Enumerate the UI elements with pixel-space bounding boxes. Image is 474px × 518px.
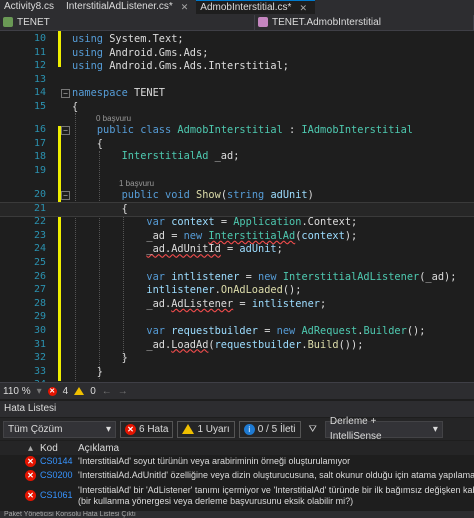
error-row[interactable]: ✕ CS0200 'InterstitialAd.AdUnitId' özell… <box>0 470 474 483</box>
code-line: 12 using Android.Gms.Ads.Interstitial; <box>33 60 289 73</box>
error-code[interactable]: CS1061 <box>40 490 73 500</box>
code-line: 25 <box>33 257 46 268</box>
codelens-references[interactable]: 1 başvuru <box>119 179 154 189</box>
codelens-references[interactable]: 0 başvuru <box>96 114 131 124</box>
error-count[interactable]: 4 <box>63 386 69 397</box>
type-name: TENET.AdmobInterstitial <box>272 16 381 28</box>
error-description: 'InterstitialAd.AdUnitId' özelliğine vey… <box>78 470 474 480</box>
error-list-header: ▴ Kod Açıklama <box>0 441 474 455</box>
nav-forward-icon[interactable]: → <box>118 386 128 397</box>
code-line: 28 _ad.AdListener = intlistener; <box>33 297 327 310</box>
warning-icon <box>182 424 195 434</box>
code-line: 26 var intlistener = new InterstitialAdL… <box>33 270 457 283</box>
type-dropdown[interactable]: TENET.AdmobInterstitial <box>255 14 474 30</box>
code-line: 10 using System.Text; <box>33 33 184 45</box>
code-line: 14− namespace TENET <box>33 87 165 100</box>
info-icon: i <box>243 423 255 435</box>
build-filter-value: Derleme + IntelliSense <box>329 416 382 442</box>
chevron-down-icon: ▾ <box>432 423 438 435</box>
error-icon: ✕ <box>25 490 36 501</box>
code-line: 15{ <box>33 101 79 113</box>
warning-icon <box>74 387 85 395</box>
error-code[interactable]: CS0200 <box>40 470 73 480</box>
tab-label: InterstitialAdListener.cs* <box>66 1 173 12</box>
error-row[interactable]: ✕ CS1061 'InterstitialAd' bir 'AdListene… <box>0 485 474 509</box>
tab-interstitial-ad-listener[interactable]: InterstitialAdListener.cs* ✕ <box>62 0 196 14</box>
code-line: 11 using Android.Gms.Ads; <box>33 46 209 59</box>
zoom-level[interactable]: 110 % <box>3 386 31 397</box>
bottom-panel-tabs[interactable]: Paket Yöneticisi Konsolu Hata Listesi Çı… <box>0 511 474 518</box>
nav-back-icon[interactable]: ← <box>102 386 112 397</box>
errors-filter-button[interactable]: ✕ 6 Hata <box>120 420 174 438</box>
code-line: 22 var context = Application.Context; <box>33 216 358 229</box>
navigation-bar: TENET TENET.AdmobInterstitial <box>0 14 474 31</box>
code-line: 30 var requestbuilder = new AdRequest.Bu… <box>33 325 426 337</box>
code-line: 27 intlistener.OnAdLoaded(); <box>33 284 302 297</box>
code-line: InterstitialAd _ad; <box>121 150 240 162</box>
messages-filter-button[interactable]: i0 / 5 İleti <box>238 420 301 438</box>
code-line: 19 <box>33 164 46 176</box>
error-list-toolbar: Tüm Çözüm ▾ ✕ 6 Hata 1 Uyarı i0 / 5 İleti … <box>0 416 474 442</box>
code-line: 33 } <box>33 365 103 378</box>
code-line: 29 <box>33 311 46 323</box>
collapse-icon[interactable]: − <box>61 89 70 99</box>
sort-indicator-icon[interactable]: ▴ <box>28 443 33 454</box>
collapse-icon[interactable]: − <box>61 126 70 135</box>
code-line: 16− public class AdmobInterstitial : IAd… <box>33 124 414 136</box>
csharp-project-icon <box>3 17 13 27</box>
build-filter-dropdown[interactable]: Derleme + IntelliSense ▾ <box>324 416 443 442</box>
error-icon: ✕ <box>25 456 36 467</box>
column-header-description[interactable]: Açıklama <box>78 443 119 454</box>
class-icon <box>258 17 268 27</box>
tab-label: Activity8.cs <box>4 1 55 12</box>
code-line-current: 21 { <box>0 201 474 218</box>
code-editor[interactable]: 10 using System.Text; 11 using Android.Gms… <box>0 31 474 382</box>
errors-filter-label: 6 Hata <box>139 423 169 435</box>
scope-dropdown[interactable]: Tüm Çözüm ▾ <box>3 420 116 438</box>
error-description: 'InterstitialAd' soyut türünün veya arab… <box>78 456 351 466</box>
editor-status-bar: 110 % ▾ ✕ 4 0 ← → <box>0 382 474 399</box>
error-row[interactable]: ✕ CS0144 'InterstitialAd' soyut türünün … <box>0 456 474 469</box>
scope-value: Tüm Çözüm <box>8 423 63 435</box>
messages-filter-label: 0 / 5 İleti <box>257 423 296 435</box>
close-icon[interactable]: ✕ <box>299 1 307 15</box>
code-line: 32 } <box>33 352 128 365</box>
warning-count[interactable]: 0 <box>90 386 96 397</box>
project-name: TENET <box>17 16 50 28</box>
chevron-down-icon: ▾ <box>105 423 111 435</box>
warnings-filter-label: 1 Uyarı <box>197 423 230 435</box>
filter-clear-icon: ⛛ <box>308 423 317 435</box>
tab-activity8[interactable]: Activity8.cs <box>0 0 62 14</box>
error-description: 'InterstitialAd' bir 'AdListener' tanımı… <box>78 485 474 506</box>
close-icon[interactable]: ✕ <box>181 0 189 14</box>
error-icon: ✕ <box>25 470 36 481</box>
collapse-icon[interactable]: − <box>61 191 70 200</box>
warnings-filter-button[interactable]: 1 Uyarı <box>177 420 235 438</box>
tab-admob-interstitial[interactable]: AdmobInterstitial.cs* ✕ <box>196 0 315 14</box>
project-dropdown[interactable]: TENET <box>0 14 255 30</box>
code-line: 24 _ad.AdUnitId = adUnit; <box>33 243 283 256</box>
document-tabs: Activity8.cs InterstitialAdListener.cs* ✕… <box>0 0 474 14</box>
code-line: 23 _ad = new InterstitialAd(context); <box>33 229 358 242</box>
code-line: 31 _ad.LoadAd(requestbuilder.Build()); <box>33 338 364 351</box>
tab-label: AdmobInterstitial.cs* <box>200 1 292 13</box>
code-line: 13 <box>33 73 46 85</box>
error-icon: ✕ <box>125 423 136 435</box>
clear-filter-button[interactable]: ⛛ <box>305 421 321 438</box>
error-code[interactable]: CS0144 <box>40 456 73 466</box>
code-line: 20− public void Show(string adUnit) <box>33 189 314 201</box>
column-header-code[interactable]: Kod <box>40 443 58 454</box>
error-icon: ✕ <box>47 386 57 396</box>
